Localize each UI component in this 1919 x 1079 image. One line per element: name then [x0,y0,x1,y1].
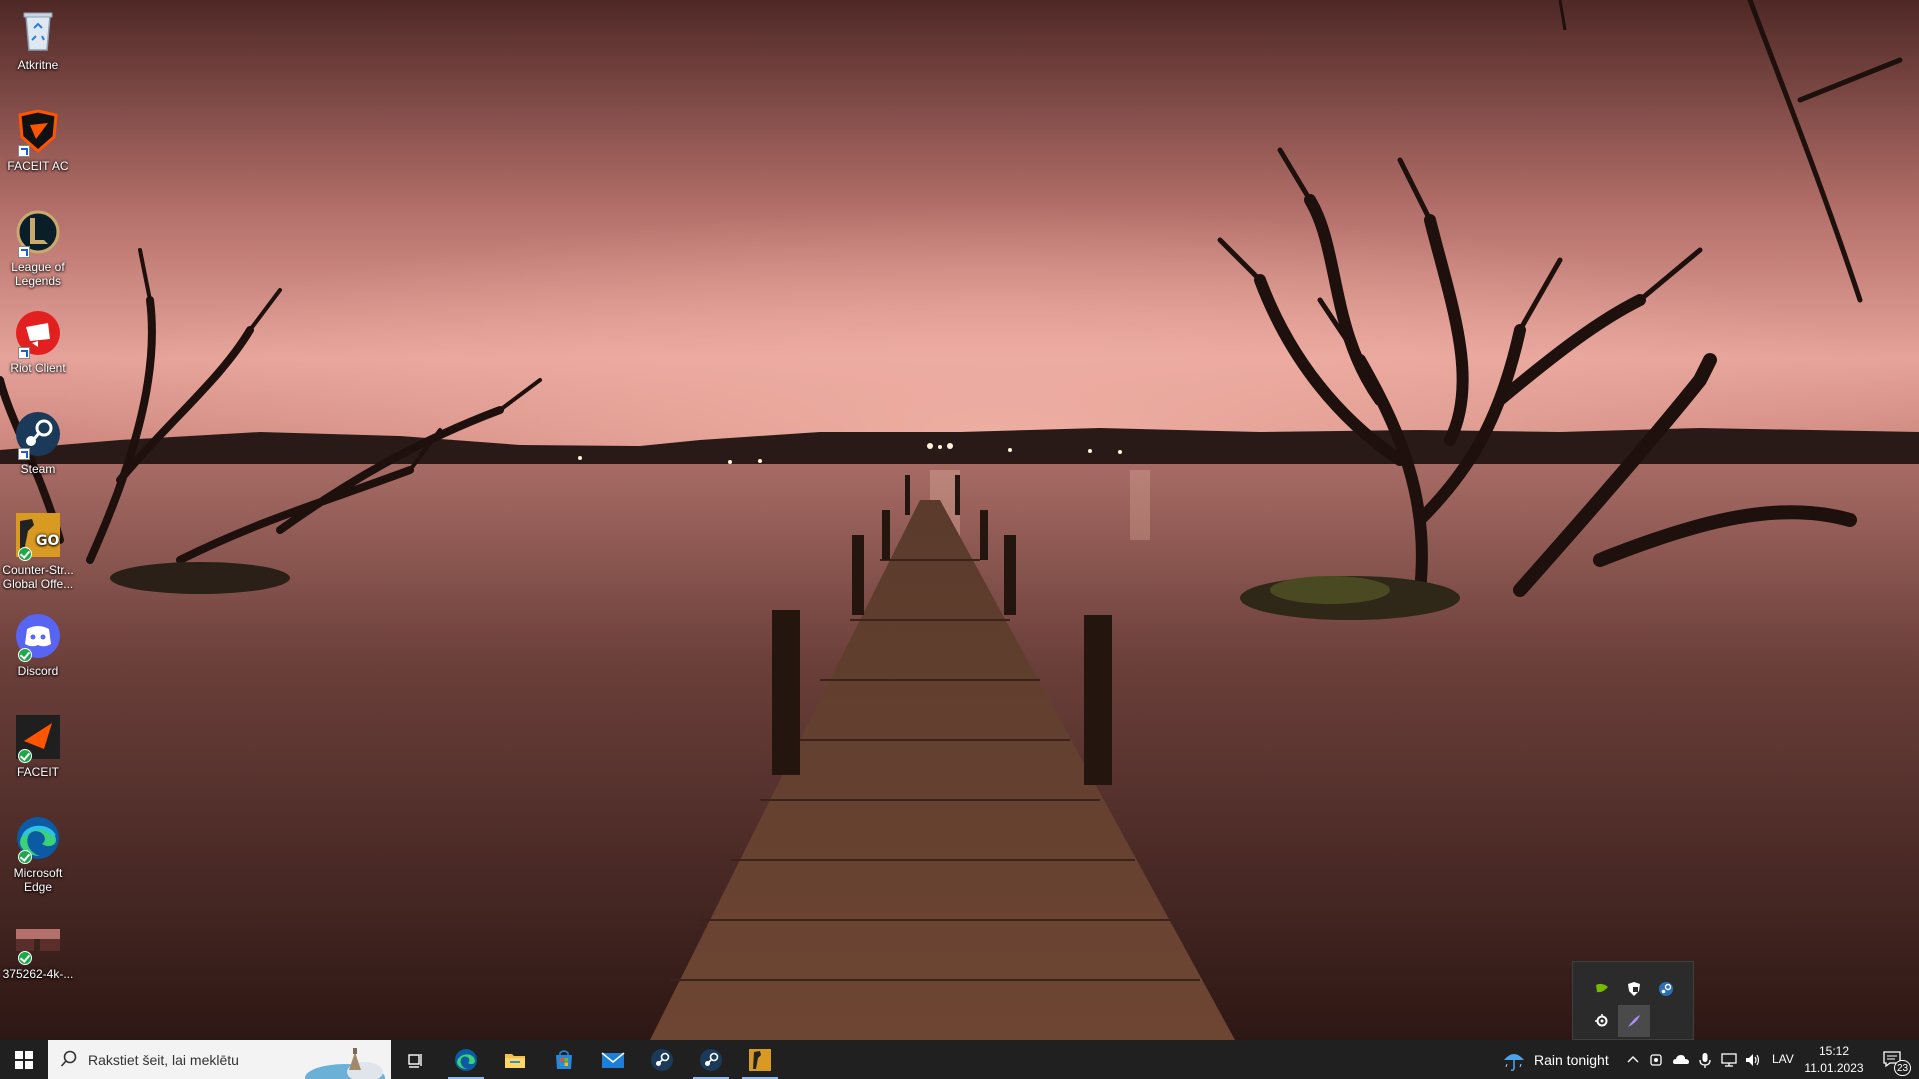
desktop-icon-label: Riot Client [10,361,66,375]
onedrive-icon[interactable] [1672,1051,1690,1069]
meet-now-icon[interactable] [1648,1051,1666,1069]
image-file-icon [14,915,62,965]
desktop-icon-csgo[interactable]: GO Counter-Str... Global Offe... [2,505,74,591]
faceit-icon [14,713,62,763]
desktop-icon-faceit[interactable]: FACEIT [2,707,74,779]
task-view-icon [408,1053,422,1068]
desktop-icon-steam[interactable]: Steam [2,404,74,476]
desktop-icon-recycle-bin[interactable]: Atkritne [2,0,74,72]
desktop-icon-label: FACEIT AC [7,159,69,173]
microsoft-edge-icon [14,814,62,864]
weather-widget[interactable]: Rain tonight [1500,1040,1616,1079]
action-center-button[interactable]: 23 [1874,1040,1914,1079]
steam-icon [651,1048,673,1071]
microphone-icon[interactable] [1696,1051,1714,1069]
discord-icon [14,612,62,662]
csgo-icon: GO [14,511,62,561]
volume-icon[interactable] [1744,1051,1762,1069]
svg-text:GO: GO [36,533,59,549]
start-button[interactable] [0,1040,48,1079]
taskbar-mail[interactable] [589,1040,637,1079]
feather-icon[interactable] [1618,1005,1650,1037]
notification-count-badge: 23 [1894,1060,1912,1076]
desktop-icon-label: Atkritne [17,58,59,72]
desktop-icon-discord[interactable]: Discord [2,606,74,678]
desktop-icon-label: League of Legends [11,260,65,288]
clock-date: 11.01.2023 [1804,1061,1864,1075]
taskbar-csgo[interactable] [736,1040,784,1079]
faceit-ac-icon [14,107,62,157]
weather-text: Rain tonight [1534,1052,1609,1068]
desktop-wallpaper [0,0,1919,1040]
security-shield-icon[interactable] [1618,973,1650,1005]
steam-icon [700,1048,722,1071]
desktop-icon-microsoft-edge[interactable]: Microsoft Edge [2,808,74,894]
shortcut-arrow-icon [18,145,30,157]
sync-check-icon [18,749,32,763]
steelseries-icon[interactable] [1586,1005,1618,1037]
riot-client-icon [14,309,62,359]
sync-check-icon [18,648,32,662]
shortcut-arrow-icon [18,448,30,460]
taskbar-steam[interactable] [638,1040,686,1079]
tray-overflow-popup [1572,961,1694,1040]
clock-time: 15:12 [1818,1044,1850,1058]
mail-icon [601,1051,625,1068]
steam-icon [14,410,62,460]
language-indicator[interactable]: LAV [1772,1052,1794,1066]
sync-check-icon [18,951,32,965]
desktop-icon-label: Discord [17,664,59,678]
taskbar-microsoft-store[interactable] [540,1040,588,1079]
shortcut-arrow-icon [18,347,30,359]
taskbar-steam-running[interactable] [687,1040,735,1079]
shortcut-arrow-icon [18,246,30,258]
sync-check-icon [18,850,32,864]
league-of-legends-icon [14,208,62,258]
network-icon[interactable] [1720,1051,1738,1069]
nvidia-icon[interactable] [1586,973,1618,1005]
desktop-icon-label: 375262-4k-... [2,967,74,981]
search-placeholder: Rakstiet šeit, lai meklētu [88,1052,239,1068]
chevron-up-icon[interactable] [1624,1051,1642,1069]
taskbar: Rakstiet šeit, lai meklētu Rain tonight [0,1040,1919,1079]
desktop-icon-label: Microsoft Edge [13,866,63,894]
desktop-icon-wallpaper-file[interactable]: 375262-4k-... [2,909,74,981]
desktop-icon-label: Counter-Str... Global Offe... [2,563,74,591]
taskbar-file-explorer[interactable] [491,1040,539,1079]
edge-icon [455,1048,477,1071]
desktop-icon-label: FACEIT [16,765,59,779]
sync-check-icon [18,547,32,561]
csgo-icon [749,1048,771,1071]
desktop-icon-label: Steam [20,462,56,476]
clock[interactable]: 15:12 11.01.2023 [1800,1040,1868,1079]
desktop-icon-riot-client[interactable]: Riot Client [2,303,74,375]
microsoft-store-icon [556,1049,572,1069]
windows-logo-icon [15,1050,33,1069]
search-icon [60,1050,77,1067]
file-explorer-icon [505,1053,525,1068]
desktop-icon-faceit-ac[interactable]: FACEIT AC [2,101,74,173]
steam-icon[interactable] [1650,973,1682,1005]
recycle-bin-icon [14,6,62,54]
task-view-button[interactable] [392,1040,440,1079]
desktop-icon-league-of-legends[interactable]: League of Legends [2,202,74,288]
search-box[interactable]: Rakstiet šeit, lai meklētu [48,1040,391,1079]
taskbar-edge[interactable] [442,1040,490,1079]
search-highlight-illustration [305,1040,391,1079]
umbrella-rain-icon [1504,1054,1524,1072]
